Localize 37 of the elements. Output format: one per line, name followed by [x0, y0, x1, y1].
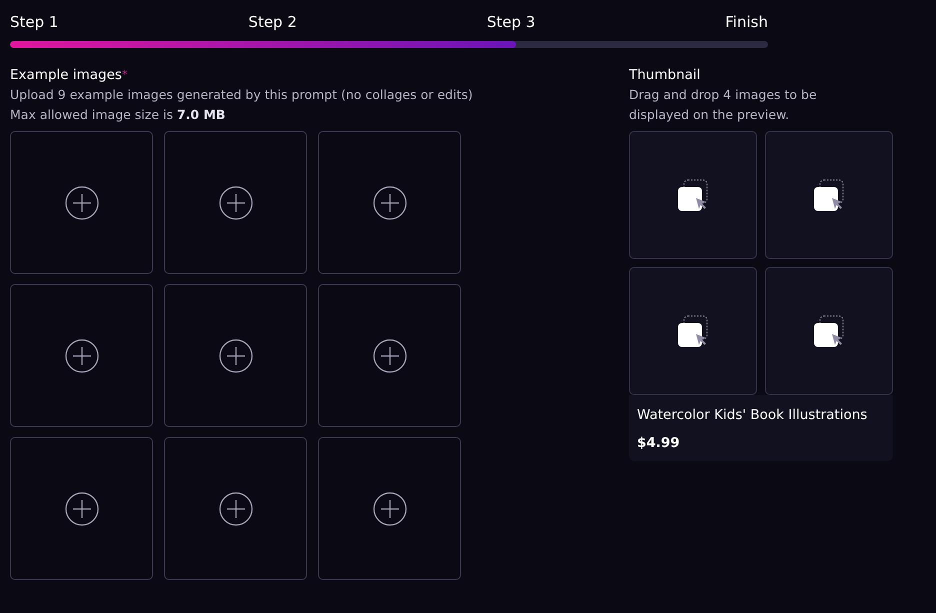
image-upload-slot[interactable]	[318, 284, 461, 427]
add-image-icon	[64, 186, 98, 220]
add-image-icon	[218, 186, 252, 220]
add-image-icon	[372, 492, 406, 526]
image-upload-slot[interactable]	[318, 131, 461, 274]
thumbnail-instructions: Drag and drop 4 images to be displayed on the preview.	[629, 86, 818, 124]
add-image-icon	[218, 338, 252, 372]
drag-drop-icon	[677, 315, 709, 347]
thumbnail-drop-slot[interactable]	[629, 131, 757, 259]
step-label: Step 3	[486, 12, 536, 33]
image-upload-slot[interactable]	[10, 284, 153, 427]
image-upload-slot[interactable]	[164, 131, 307, 274]
thumbnail-drop-slot[interactable]	[629, 267, 757, 395]
drag-drop-icon	[677, 179, 709, 211]
step-label: Step 2	[248, 12, 297, 33]
size-limit-text: Max allowed image size is 7.0 MB	[10, 106, 226, 124]
drag-drop-icon	[813, 179, 845, 211]
drag-drop-icon	[813, 315, 845, 347]
product-price: $4.99	[637, 435, 681, 451]
image-upload-slot[interactable]	[164, 437, 307, 580]
add-image-icon	[64, 492, 98, 526]
add-image-icon	[372, 186, 406, 220]
image-upload-slot[interactable]	[164, 284, 307, 427]
add-image-icon	[372, 338, 406, 372]
step-label: Step 1	[10, 12, 58, 33]
section-title: Example images*	[10, 66, 128, 85]
add-image-icon	[64, 338, 98, 372]
add-image-icon	[218, 492, 252, 526]
product-name: Watercolor Kids' Book Illustrations	[637, 407, 868, 423]
thumbnail-drop-slot[interactable]	[765, 267, 893, 395]
section-title: Thumbnail	[629, 66, 700, 85]
image-upload-slot[interactable]	[318, 437, 461, 580]
image-upload-slot[interactable]	[10, 131, 153, 274]
thumbnail-drop-slot[interactable]	[765, 131, 893, 259]
upload-instructions: Upload 9 example images generated by this prompt (no collages or edits)	[10, 86, 474, 104]
image-upload-slot[interactable]	[10, 437, 153, 580]
step-label: Finish	[725, 12, 768, 33]
